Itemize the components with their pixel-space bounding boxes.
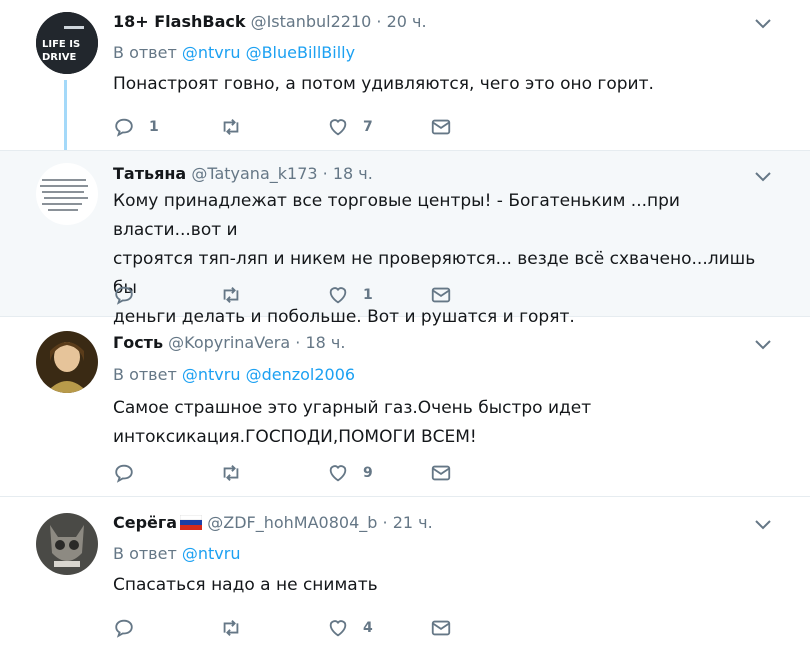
- avatar[interactable]: [36, 331, 98, 393]
- direct-message-button[interactable]: [430, 460, 452, 486]
- like-count: 9: [363, 465, 373, 481]
- chevron-down-icon[interactable]: [754, 339, 772, 351]
- svg-text:DRIVE: DRIVE: [42, 52, 76, 63]
- avatar-image: [36, 513, 98, 575]
- tweet-text-line: интоксикация.ГОСПОДИ,ПОМОГИ ВСЕМ!: [113, 427, 477, 447]
- like-button[interactable]: 4: [327, 615, 373, 641]
- reply-prefix: В ответ: [113, 365, 177, 384]
- username[interactable]: @ZDF_hohMA0804_b: [207, 513, 377, 532]
- envelope-icon: [431, 465, 451, 481]
- tweet[interactable]: Татьяна @Tatyana_k173 · 18 ч. Кому прина…: [0, 150, 810, 327]
- tweet-text: Кому принадлежат все торговые центры! - …: [113, 187, 773, 332]
- envelope-icon: [431, 620, 451, 636]
- reply-icon: [115, 619, 133, 638]
- avatar-image: [36, 331, 98, 393]
- chevron-down-icon[interactable]: [754, 171, 772, 183]
- display-name[interactable]: Гость: [113, 333, 163, 352]
- avatar-image: LIFE IS DRIVE: [36, 12, 98, 74]
- mention-link[interactable]: @BlueBillBilly: [246, 43, 356, 62]
- tweet-header: 18+ FlashBack @Istanbul2210 · 20 ч.: [113, 12, 427, 31]
- like-button[interactable]: 1: [327, 282, 373, 308]
- reply-icon: [115, 118, 133, 137]
- envelope-icon: [431, 287, 451, 303]
- tweet-text: Спасаться надо а не снимать: [113, 575, 378, 595]
- chevron-down-icon[interactable]: [754, 18, 772, 30]
- tweet-actions: 1 7: [113, 114, 473, 140]
- timestamp[interactable]: 18 ч.: [333, 164, 373, 183]
- username[interactable]: @Tatyana_k173: [191, 164, 317, 183]
- svg-text:LIFE IS: LIFE IS: [42, 39, 80, 50]
- username[interactable]: @Istanbul2210: [251, 12, 372, 31]
- like-button[interactable]: 9: [327, 460, 373, 486]
- avatar[interactable]: [36, 513, 98, 575]
- avatar[interactable]: [36, 163, 98, 225]
- tweet-header: Татьяна @Tatyana_k173 · 18 ч.: [113, 164, 373, 183]
- retweet-icon: [223, 119, 239, 135]
- username[interactable]: @KopyrinaVera: [168, 333, 290, 352]
- tweet-text-line: Кому принадлежат все торговые центры! - …: [113, 191, 680, 240]
- avatar[interactable]: LIFE IS DRIVE: [36, 12, 98, 74]
- reply-icon: [115, 464, 133, 483]
- tweet[interactable]: LIFE IS DRIVE 18+ FlashBack @Istanbul221…: [0, 0, 810, 148]
- separator-dot: ·: [322, 164, 328, 183]
- mention-link[interactable]: @ntvru: [182, 43, 241, 62]
- like-count: 7: [363, 119, 373, 135]
- russia-flag-icon: [179, 514, 203, 530]
- direct-message-button[interactable]: [430, 615, 452, 641]
- avatar-image: [36, 163, 98, 225]
- retweet-icon: [223, 287, 239, 303]
- retweet-button[interactable]: [220, 460, 256, 486]
- reply-count: 1: [149, 119, 159, 135]
- separator-dot: ·: [382, 513, 388, 532]
- direct-message-button[interactable]: [430, 282, 452, 308]
- retweet-icon: [223, 620, 239, 636]
- tweet-text-line: Самое страшное это угарный газ.Очень быс…: [113, 398, 592, 418]
- display-name[interactable]: Татьяна: [113, 164, 186, 183]
- envelope-icon: [431, 119, 451, 135]
- reply-button[interactable]: [113, 282, 149, 308]
- heart-icon: [329, 287, 347, 304]
- direct-message-button[interactable]: [430, 114, 452, 140]
- display-name[interactable]: 18+ FlashBack: [113, 12, 245, 31]
- timestamp[interactable]: 20 ч.: [387, 12, 427, 31]
- tweet-header: Гость @KopyrinaVera · 18 ч.: [113, 333, 345, 352]
- timestamp[interactable]: 21 ч.: [393, 513, 433, 532]
- like-button[interactable]: 7: [327, 114, 373, 140]
- reply-button[interactable]: 1: [113, 114, 159, 140]
- tweet-text: Понастроят говно, а потом удивляются, че…: [113, 74, 654, 94]
- tweet-header: Серёга @ZDF_hohMA0804_b · 21 ч.: [113, 513, 433, 532]
- tweet-actions: 4: [113, 615, 473, 641]
- mention-link[interactable]: @ntvru: [182, 365, 241, 384]
- retweet-icon: [223, 465, 239, 481]
- mention-link[interactable]: @ntvru: [182, 544, 241, 563]
- mention-link[interactable]: @denzol2006: [246, 365, 356, 384]
- reply-prefix: В ответ: [113, 544, 177, 563]
- like-count: 1: [363, 287, 373, 303]
- retweet-button[interactable]: [220, 114, 256, 140]
- tweet[interactable]: Гость @KopyrinaVera · 18 ч. В ответ @ntv…: [0, 317, 810, 497]
- heart-icon: [329, 620, 347, 637]
- reply-to-line: В ответ @ntvru @denzol2006: [113, 365, 355, 384]
- chevron-down-icon[interactable]: [754, 519, 772, 531]
- reply-icon: [115, 286, 133, 305]
- reply-button[interactable]: [113, 615, 149, 641]
- heart-icon: [329, 119, 347, 136]
- separator-dot: ·: [376, 12, 382, 31]
- reply-to-line: В ответ @ntvru @BlueBillBilly: [113, 43, 355, 62]
- reply-prefix: В ответ: [113, 43, 177, 62]
- tweet-actions: 1: [113, 282, 473, 308]
- display-name[interactable]: Серёга: [113, 513, 177, 532]
- heart-icon: [329, 465, 347, 482]
- tweet-actions: 9: [113, 460, 473, 486]
- reply-button[interactable]: [113, 460, 149, 486]
- retweet-button[interactable]: [220, 282, 256, 308]
- tweet-text: Самое страшное это угарный газ.Очень быс…: [113, 394, 773, 452]
- separator-dot: ·: [295, 333, 301, 352]
- thread-connector-line: [64, 80, 67, 152]
- like-count: 4: [363, 620, 373, 636]
- timestamp[interactable]: 18 ч.: [305, 333, 345, 352]
- tweet[interactable]: Серёга @ZDF_hohMA0804_b · 21 ч. В ответ …: [0, 497, 810, 655]
- reply-to-line: В ответ @ntvru: [113, 544, 240, 563]
- retweet-button[interactable]: [220, 615, 256, 641]
